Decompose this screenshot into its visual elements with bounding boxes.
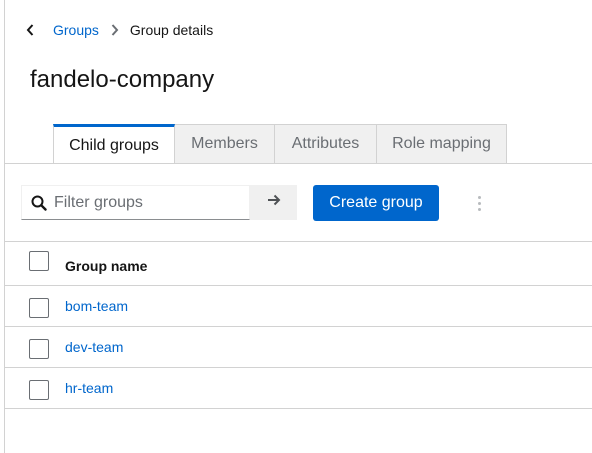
table-row-divider (5, 367, 592, 368)
search-icon (31, 195, 47, 211)
row-checkbox[interactable] (29, 339, 49, 359)
row-checkbox[interactable] (29, 298, 49, 318)
page-title: fandelo-company (30, 66, 215, 93)
tab-child-groups[interactable]: Child groups (53, 124, 175, 164)
tab-role-mapping[interactable]: Role mapping (377, 124, 507, 164)
chevron-right-icon (111, 24, 121, 36)
group-link-bom-team[interactable]: bom-team (65, 298, 128, 314)
table-top-divider (5, 241, 592, 242)
select-all-checkbox[interactable] (29, 251, 49, 271)
kebab-menu-icon[interactable] (472, 192, 486, 214)
create-group-button[interactable]: Create group (313, 185, 439, 221)
search-submit-button[interactable] (250, 185, 297, 220)
arrow-right-icon (267, 193, 281, 212)
breadcrumb-current: Group details (129, 22, 214, 38)
search-input[interactable] (54, 193, 244, 212)
tab-bar: Child groups Members Attributes Role map… (53, 124, 507, 164)
group-link-dev-team[interactable]: dev-team (65, 339, 123, 355)
group-link-hr-team[interactable]: hr-team (65, 380, 113, 396)
table-row-divider (5, 285, 592, 286)
tabs-divider (5, 163, 592, 164)
table-row-divider (5, 326, 592, 327)
tab-attributes[interactable]: Attributes (275, 124, 377, 164)
content-left-border (4, 0, 5, 453)
column-header-group-name: Group name (65, 258, 148, 274)
breadcrumb: Groups Group details (25, 20, 213, 40)
table-row-divider (5, 408, 592, 409)
breadcrumb-groups-link[interactable]: Groups (53, 22, 99, 38)
chevron-left-icon[interactable] (25, 20, 35, 40)
row-checkbox[interactable] (29, 380, 49, 400)
search-box (21, 185, 250, 220)
tab-members[interactable]: Members (175, 124, 275, 164)
